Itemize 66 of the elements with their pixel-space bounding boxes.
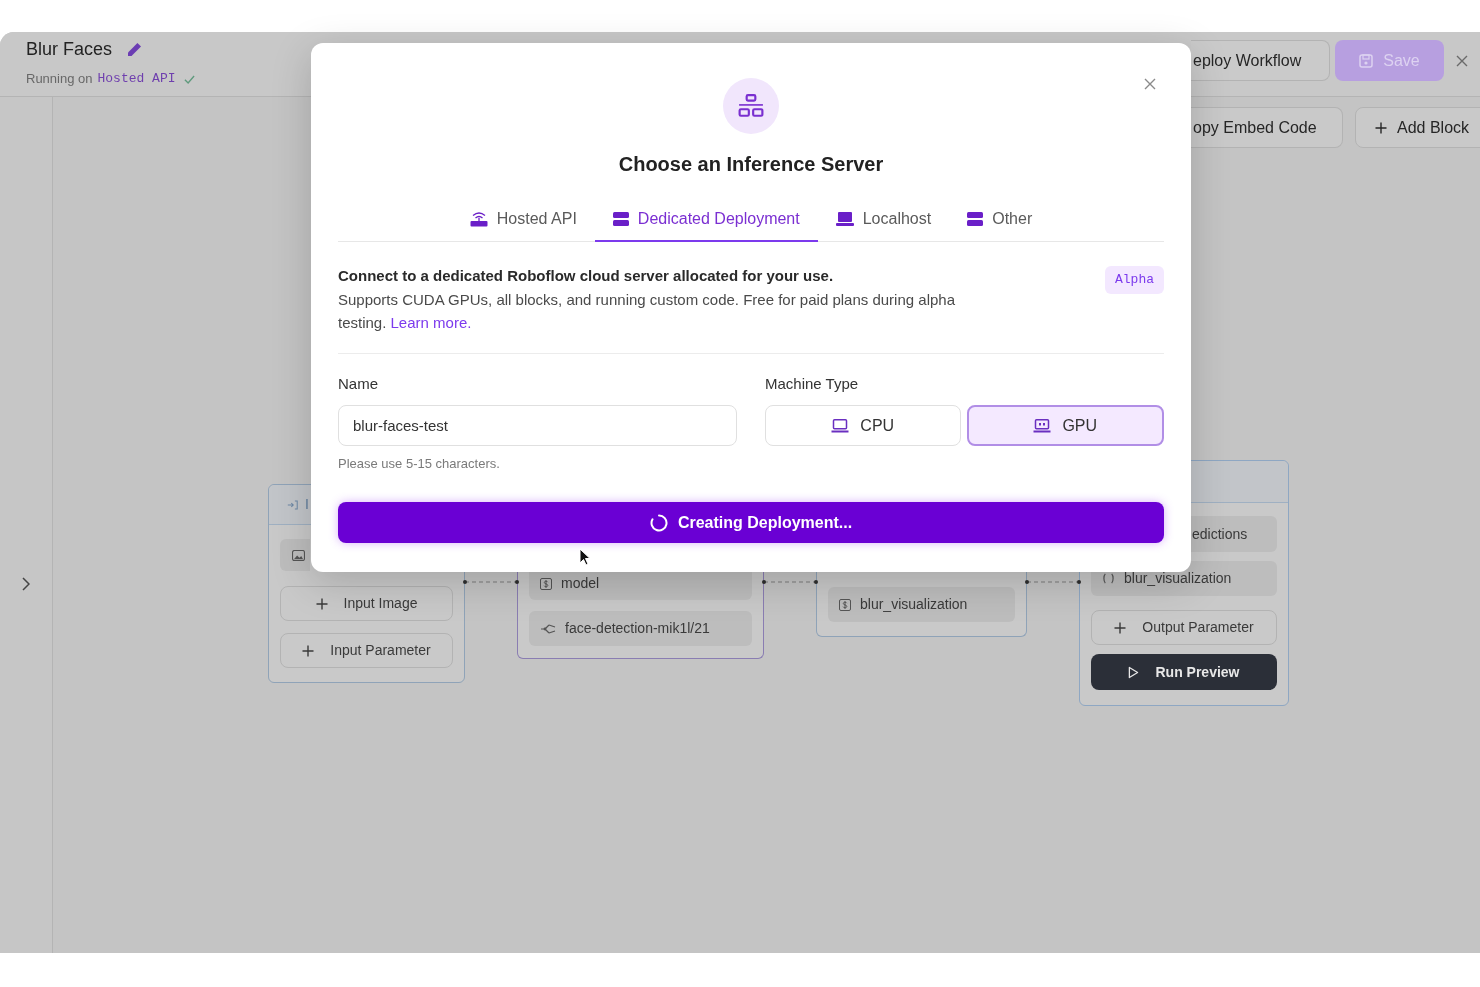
plus-icon <box>1114 621 1127 634</box>
laptop-icon <box>1033 418 1052 433</box>
dialog-title: Choose an Inference Server <box>617 152 885 177</box>
hint-text: Please use 5-15 characters. <box>338 455 501 473</box>
toolbar-button[interactable]: opy Embed Code <box>1191 107 1343 148</box>
dollar-box-icon <box>540 577 552 590</box>
mouse-pointer-icon <box>579 548 591 566</box>
laptop-icon <box>831 418 850 433</box>
add-block-button[interactable]: Add Block <box>1355 107 1480 148</box>
add-parameter-button[interactable]: Input Parameter <box>280 633 453 668</box>
tab[interactable]: Hosted API <box>451 198 595 242</box>
stage-badge: Alpha <box>1105 266 1164 294</box>
run-preview-button[interactable]: Run Preview <box>1091 654 1277 690</box>
spinner-icon <box>649 513 668 532</box>
description-heading: Connect to a dedicated Roboflow cloud server allocated for your use. <box>338 266 835 286</box>
dollar-box-icon <box>839 598 851 611</box>
field-name: edictions <box>1192 524 1248 544</box>
node-title: I <box>305 495 309 514</box>
close-icon[interactable] <box>1144 78 1156 90</box>
field-label: Name <box>338 374 379 394</box>
field-name: face-detection-mik1l/21 <box>565 619 710 638</box>
server-icon <box>967 212 984 226</box>
name-input[interactable]: blur-faces-test <box>338 405 737 446</box>
chevron-right-icon[interactable] <box>22 577 30 591</box>
field-row[interactable]: face-detection-mik1l/21 <box>529 611 752 646</box>
learn-more-link[interactable]: Learn more. <box>390 314 472 331</box>
field-row[interactable]: blur_visualization <box>828 587 1015 622</box>
submit-button[interactable]: Creating Deployment... <box>338 502 1164 543</box>
add-parameter-button[interactable]: Input Image <box>280 586 453 621</box>
status-label: Running on <box>26 70 93 88</box>
add-parameter-button[interactable]: Output Parameter <box>1091 610 1277 645</box>
plus-icon <box>1375 121 1387 134</box>
field-label: Machine Type <box>765 374 860 394</box>
check-icon <box>183 74 195 84</box>
pencil-icon[interactable] <box>128 42 142 56</box>
field-name: model <box>561 574 600 593</box>
play-icon <box>1128 665 1140 679</box>
server-name: Hosted API <box>97 70 176 88</box>
enter-icon <box>287 499 298 510</box>
close-icon[interactable] <box>1456 54 1468 67</box>
description-text: Supports CUDA GPUs, all blocks, and running custom code. Free for paid plans during alpha testing. Learn more. <box>338 290 956 333</box>
image-icon <box>292 549 305 561</box>
plus-icon <box>302 644 315 657</box>
field-name: blur_visualization <box>860 595 968 614</box>
network-icon <box>723 78 779 134</box>
workflow-title: Blur Faces <box>26 38 113 61</box>
laptop-icon <box>835 212 854 226</box>
tab[interactable]: Other <box>949 198 1051 242</box>
connector-line <box>761 579 819 585</box>
connector-line <box>1024 579 1082 585</box>
image-input-row[interactable] <box>280 539 310 571</box>
field-row[interactable]: edictions <box>1191 516 1277 552</box>
connector-line <box>462 579 520 585</box>
field-row[interactable]: model <box>529 572 752 600</box>
plus-icon <box>315 597 328 610</box>
field-name: blur_visualization <box>1124 569 1232 588</box>
server-icon <box>612 212 629 226</box>
router-icon <box>469 211 488 227</box>
tab[interactable]: Dedicated Deployment <box>594 198 818 242</box>
machine-option[interactable]: GPU <box>966 405 1164 446</box>
brackets-icon <box>1102 573 1115 584</box>
machine-option[interactable]: CPU <box>765 405 961 446</box>
tab[interactable]: Localhost <box>817 198 950 242</box>
graph-icon <box>540 622 556 635</box>
action-button[interactable]: eploy Workflow <box>1191 40 1330 81</box>
save-icon <box>1359 53 1374 68</box>
